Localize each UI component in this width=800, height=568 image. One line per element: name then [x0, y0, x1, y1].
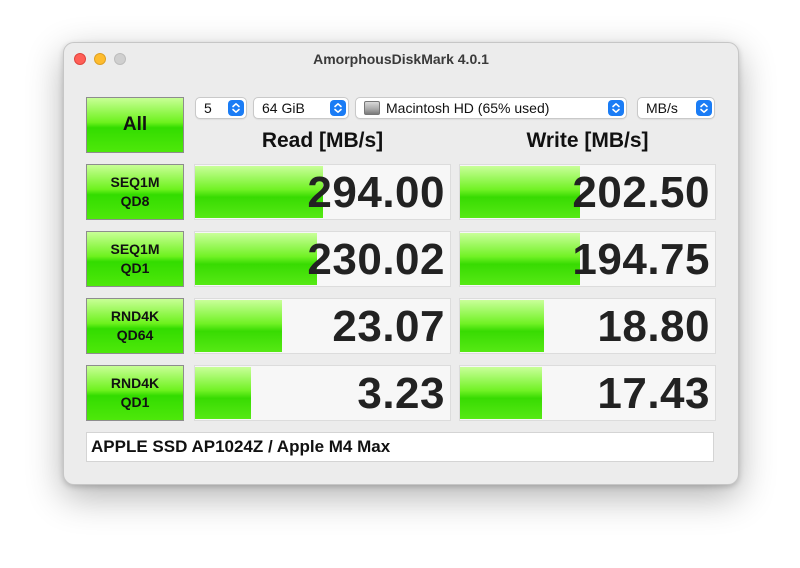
write-speed-value: 18.80	[597, 302, 710, 351]
write-speed-bar	[460, 300, 545, 352]
read-result-rnd4k-qd64: 23.07	[194, 298, 451, 354]
target-disk-value: Macintosh HD (65% used)	[386, 100, 550, 116]
device-info-field[interactable]: APPLE SSD AP1024Z / Apple M4 Max	[86, 432, 714, 462]
write-speed-bar	[460, 367, 542, 419]
title-bar: AmorphousDiskMark 4.0.1	[64, 43, 738, 75]
write-result-seq1m-qd8: 202.50	[459, 164, 716, 220]
read-speed-value: 230.02	[307, 235, 445, 284]
write-result-rnd4k-qd64: 18.80	[459, 298, 716, 354]
test-label-line2: QD8	[120, 193, 150, 209]
read-speed-bar	[195, 300, 282, 352]
test-label-line1: SEQ1M	[110, 174, 160, 190]
test-count-select[interactable]: 5	[195, 97, 247, 119]
write-speed-bar	[460, 166, 580, 218]
read-speed-value: 294.00	[307, 168, 445, 217]
run-all-label: All	[122, 114, 148, 135]
write-result-rnd4k-qd1: 17.43	[459, 365, 716, 421]
device-info-text: APPLE SSD AP1024Z / Apple M4 Max	[91, 437, 391, 456]
test-count-value: 5	[204, 100, 212, 116]
test-button-rnd4k-qd1[interactable]: RND4K QD1	[86, 365, 184, 421]
read-column-header: Read [MB/s]	[261, 129, 384, 152]
target-disk-select[interactable]: Macintosh HD (65% used)	[355, 97, 627, 119]
test-label-line2: QD64	[116, 327, 154, 343]
test-label-line1: RND4K	[110, 375, 160, 391]
write-result-seq1m-qd1: 194.75	[459, 231, 716, 287]
write-speed-value: 194.75	[572, 235, 710, 284]
zoom-window-button[interactable]	[114, 53, 126, 65]
window-title: AmorphousDiskMark 4.0.1	[313, 51, 489, 67]
unit-select[interactable]: MB/s	[637, 97, 715, 119]
read-speed-value: 23.07	[332, 302, 445, 351]
run-all-button[interactable]: All	[86, 97, 184, 153]
chevron-updown-icon	[330, 100, 346, 116]
test-button-seq1m-qd1[interactable]: SEQ1M QD1	[86, 231, 184, 287]
write-column-header: Write [MB/s]	[526, 129, 649, 152]
read-speed-bar	[195, 367, 252, 419]
test-label-line1: SEQ1M	[110, 241, 160, 257]
write-speed-bar	[460, 233, 580, 285]
read-speed-value: 3.23	[357, 369, 445, 418]
test-size-select[interactable]: 64 GiB	[253, 97, 349, 119]
read-speed-bar	[195, 233, 318, 285]
write-speed-value: 202.50	[572, 168, 710, 217]
test-label-line1: RND4K	[110, 308, 160, 324]
read-result-seq1m-qd1: 230.02	[194, 231, 451, 287]
chevron-updown-icon	[228, 100, 244, 116]
write-speed-value: 17.43	[597, 369, 710, 418]
test-button-seq1m-qd8[interactable]: SEQ1M QD8	[86, 164, 184, 220]
minimize-window-button[interactable]	[94, 53, 106, 65]
test-size-value: 64 GiB	[262, 100, 305, 116]
read-result-seq1m-qd8: 294.00	[194, 164, 451, 220]
chevron-updown-icon	[696, 100, 712, 116]
close-window-button[interactable]	[74, 53, 86, 65]
test-label-line2: QD1	[120, 394, 150, 410]
app-window: AmorphousDiskMark 4.0.1 All 5 64 GiB Mac…	[63, 42, 739, 485]
test-button-rnd4k-qd64[interactable]: RND4K QD64	[86, 298, 184, 354]
internal-disk-icon	[364, 101, 380, 115]
read-result-rnd4k-qd1: 3.23	[194, 365, 451, 421]
chevron-updown-icon	[608, 100, 624, 116]
unit-value: MB/s	[646, 100, 678, 116]
read-speed-bar	[195, 166, 323, 218]
test-label-line2: QD1	[120, 260, 150, 276]
